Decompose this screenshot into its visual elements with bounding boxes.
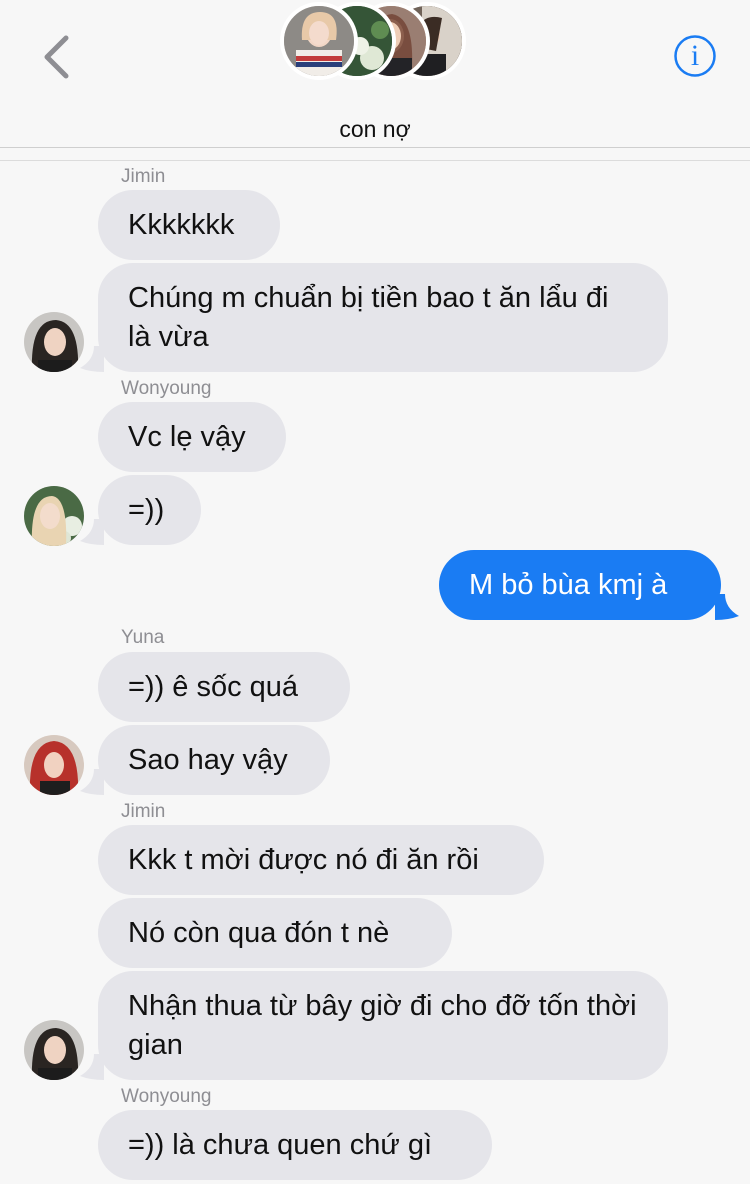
message-text: Chúng m chuẩn bị tiền bao t ăn lẩu đi là… xyxy=(128,282,609,353)
sender-name: Wonyoung xyxy=(121,1086,212,1107)
message-bubble[interactable]: Chúng m chuẩn bị tiền bao t ăn lẩu đi là… xyxy=(80,263,668,372)
avatar-wonyoung[interactable] xyxy=(24,486,84,546)
message-bubble[interactable]: Vc lẹ vậy xyxy=(98,402,286,472)
header-divider xyxy=(0,147,750,148)
avatar-yuna[interactable] xyxy=(24,735,84,795)
bubble-tail xyxy=(715,594,739,620)
message-text: Kkk t mời được nó đi ăn rồi xyxy=(128,844,479,876)
message-bubble-outgoing[interactable]: M bỏ bùa kmj à xyxy=(439,550,739,620)
message-text: Nó còn qua đón t nè xyxy=(128,917,390,949)
message-text: Kkkkkkk xyxy=(128,209,235,241)
sender-name: Jimin xyxy=(121,801,166,822)
back-button[interactable] xyxy=(36,32,76,82)
sender-name: Yuna xyxy=(121,627,165,648)
message-bubble[interactable]: =)) xyxy=(80,475,201,545)
avatar-jimin[interactable] xyxy=(24,312,84,372)
conversation-title[interactable]: con nợ xyxy=(0,116,750,143)
message-text: =)) ê sốc quá xyxy=(128,671,299,703)
message-text: =)) xyxy=(128,494,165,526)
group-avatars[interactable] xyxy=(276,0,476,90)
sender-name: Wonyoung xyxy=(121,378,212,399)
message-bubble[interactable]: =)) ê sốc quá xyxy=(98,652,350,722)
message-bubble[interactable]: =)) là chưa quen chứ gì xyxy=(98,1110,492,1180)
info-button[interactable]: i xyxy=(673,34,717,78)
group-avatar-1 xyxy=(280,2,358,80)
message-bubble[interactable]: Sao hay vậy xyxy=(80,725,330,795)
message-text: Sao hay vậy xyxy=(128,744,288,776)
chevron-left-icon xyxy=(44,35,69,79)
info-glyph: i xyxy=(690,39,700,72)
sender-name: Jimin xyxy=(121,166,166,187)
bubble-tail xyxy=(80,346,104,372)
message-bubble[interactable]: Nhận thua từ bây giờ đi cho đỡ tốn thời … xyxy=(80,971,668,1080)
bubble-tail xyxy=(80,1054,104,1080)
message-text: Nhận thua từ bây giờ đi cho đỡ tốn thời … xyxy=(128,990,637,1061)
bubble-tail xyxy=(80,519,104,545)
message-text: M bỏ bùa kmj à xyxy=(469,569,668,601)
header-divider-secondary xyxy=(0,160,750,161)
message-text: Vc lẹ vậy xyxy=(128,421,246,453)
avatar-jimin[interactable] xyxy=(24,1020,84,1080)
message-bubble[interactable]: Nó còn qua đón t nè xyxy=(98,898,452,968)
message-bubble[interactable]: Kkkkkkk xyxy=(98,190,280,260)
conversation-header: i con nợ xyxy=(0,0,750,161)
bubble-tail xyxy=(80,769,104,795)
message-text: =)) là chưa quen chứ gì xyxy=(128,1129,433,1161)
message-bubble[interactable]: Kkk t mời được nó đi ăn rồi xyxy=(98,825,544,895)
